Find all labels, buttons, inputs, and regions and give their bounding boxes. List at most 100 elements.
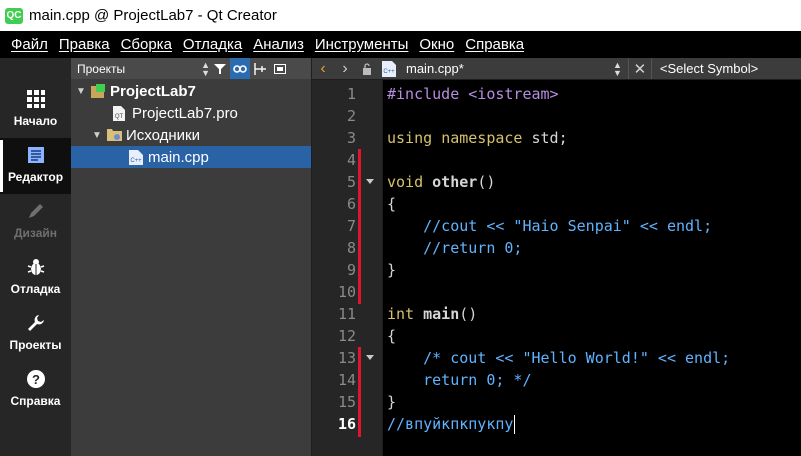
- mode-debug[interactable]: Отладка: [0, 250, 71, 306]
- mode-design[interactable]: Дизайн: [0, 194, 71, 250]
- line-number: 5: [346, 173, 356, 191]
- project-name: ProjectLab7: [110, 82, 196, 100]
- lock-icon[interactable]: [356, 62, 378, 75]
- line-number: 14: [337, 371, 356, 389]
- menu-help[interactable]: Справка: [465, 36, 524, 53]
- code-line[interactable]: //cout << "Haio Senpai" << endl;: [387, 217, 712, 235]
- line-number: 2: [346, 107, 356, 125]
- collapse-arrow-icon[interactable]: ▼: [91, 130, 103, 141]
- close-icon[interactable]: ✕: [629, 60, 651, 78]
- help-icon: ?: [25, 368, 47, 390]
- window-title: main.cpp @ ProjectLab7 - Qt Creator: [29, 7, 277, 24]
- split-icon[interactable]: [250, 58, 270, 79]
- mode-help[interactable]: ? Справка: [0, 362, 71, 418]
- open-file-label[interactable]: main.cpp*: [406, 61, 606, 76]
- pro-file-icon: QT: [113, 105, 127, 121]
- menu-tools[interactable]: Инструменты: [315, 36, 409, 53]
- symbol-selector[interactable]: <Select Symbol>: [660, 61, 758, 76]
- mode-label: Проекты: [9, 338, 62, 352]
- code-line[interactable]: {: [387, 327, 396, 345]
- menu-window[interactable]: Окно: [419, 36, 454, 53]
- svg-text:?: ?: [32, 372, 40, 387]
- grid-icon: [25, 88, 47, 110]
- folder-icon: [107, 128, 122, 143]
- sources-folder-name: Исходники: [126, 126, 200, 144]
- project-icon: [91, 83, 105, 99]
- fold-margin: [362, 80, 382, 456]
- line-number: 3: [346, 129, 356, 147]
- tree-item-main-cpp[interactable]: C++ main.cpp: [71, 146, 311, 168]
- qt-creator-logo-icon: QC: [5, 7, 23, 24]
- line-number: 15: [337, 393, 356, 411]
- updown-icon: ▲ ▼: [201, 59, 210, 78]
- tree-item-pro-file[interactable]: QT ProjectLab7.pro: [71, 102, 311, 124]
- mode-label: Дизайн: [13, 226, 58, 240]
- code-line[interactable]: {: [387, 195, 396, 213]
- line-number-gutter: 1 2 3 4 5 6 7 8 9 10 11 12 13 14 15 16: [312, 80, 362, 456]
- code-line[interactable]: int main(): [387, 305, 477, 323]
- menu-file[interactable]: Файл: [11, 36, 48, 53]
- code-line[interactable]: #include <iostream>: [387, 85, 559, 103]
- back-icon[interactable]: ‹: [312, 60, 334, 78]
- svg-text:C++: C++: [383, 69, 395, 75]
- wrench-icon: [25, 312, 47, 334]
- source-file-name: main.cpp: [148, 148, 209, 166]
- code-line[interactable]: //return 0;: [387, 239, 522, 257]
- project-tree: ▼ ProjectLab7 QT ProjectLab7.pro ▼ Исход…: [71, 80, 311, 168]
- code-line[interactable]: /* cout << "Hello World!" << endl;: [387, 349, 730, 367]
- menu-bar: Файл Правка Сборка Отладка Анализ Инстру…: [0, 31, 801, 58]
- document-icon: [25, 144, 47, 166]
- collapse-arrow-icon[interactable]: ▼: [75, 86, 87, 97]
- updown-icon[interactable]: ▲ ▼: [613, 60, 622, 77]
- link-icon[interactable]: [230, 58, 250, 79]
- mode-welcome[interactable]: Начало: [0, 82, 71, 138]
- close-pane-icon[interactable]: [270, 58, 290, 79]
- code-line[interactable]: }: [387, 261, 396, 279]
- line-number: 1: [346, 85, 356, 103]
- forward-icon[interactable]: ›: [334, 60, 356, 78]
- mode-projects[interactable]: Проекты: [0, 306, 71, 362]
- menu-analyze[interactable]: Анализ: [253, 36, 304, 53]
- tree-item-sources[interactable]: ▼ Исходники: [71, 124, 311, 146]
- code-line[interactable]: //впуйкпкпукпу: [387, 415, 513, 433]
- line-number: 9: [346, 261, 356, 279]
- pencil-icon: [25, 200, 47, 222]
- mode-label: Начало: [13, 114, 58, 128]
- divider: [650, 58, 652, 79]
- line-number: 13: [337, 349, 356, 367]
- pro-file-name: ProjectLab7.pro: [132, 104, 238, 122]
- view-selector[interactable]: Проекты ▲ ▼: [77, 59, 210, 78]
- projects-pane: Проекты ▲ ▼ ▼ ProjectLab7 QT ProjectLab7…: [71, 58, 311, 456]
- menu-build[interactable]: Сборка: [121, 36, 172, 53]
- title-bar: QC main.cpp @ ProjectLab7 - Qt Creator: [0, 0, 801, 31]
- line-number: 6: [346, 195, 356, 213]
- menu-edit[interactable]: Правка: [59, 36, 110, 53]
- code-editor[interactable]: #include <iostream> using namespace std; v…: [383, 80, 801, 456]
- text-cursor: [514, 415, 516, 434]
- mode-label: Отладка: [10, 282, 61, 296]
- code-line[interactable]: using namespace std;: [387, 129, 568, 147]
- tree-item-project[interactable]: ▼ ProjectLab7: [71, 80, 311, 102]
- line-number: 10: [337, 283, 356, 301]
- line-number: 8: [346, 239, 356, 257]
- menu-debug[interactable]: Отладка: [183, 36, 242, 53]
- mode-selector: Начало Редактор Дизайн Отладка Проекты ?…: [0, 58, 71, 456]
- code-line[interactable]: }: [387, 393, 396, 411]
- line-number: 12: [337, 327, 356, 345]
- mode-label: Справка: [10, 394, 61, 408]
- line-number: 7: [346, 217, 356, 235]
- fold-arrow-icon[interactable]: [366, 179, 374, 184]
- editor-toolbar: ‹ › C++ main.cpp* ▲ ▼ ✕ <Select Symbol>: [312, 58, 801, 79]
- svg-text:C++: C++: [130, 158, 142, 164]
- change-marker: [358, 149, 361, 304]
- fold-arrow-icon[interactable]: [366, 355, 374, 360]
- view-selector-label: Проекты: [77, 61, 126, 76]
- line-number: 11: [337, 305, 356, 323]
- mode-editor[interactable]: Редактор: [0, 138, 71, 194]
- cpp-file-icon: C++: [378, 60, 400, 77]
- change-marker: [358, 347, 361, 437]
- line-number: 16: [337, 415, 356, 433]
- filter-icon[interactable]: [210, 58, 230, 79]
- code-line[interactable]: return 0; */: [387, 371, 531, 389]
- code-line[interactable]: void other(): [387, 173, 495, 191]
